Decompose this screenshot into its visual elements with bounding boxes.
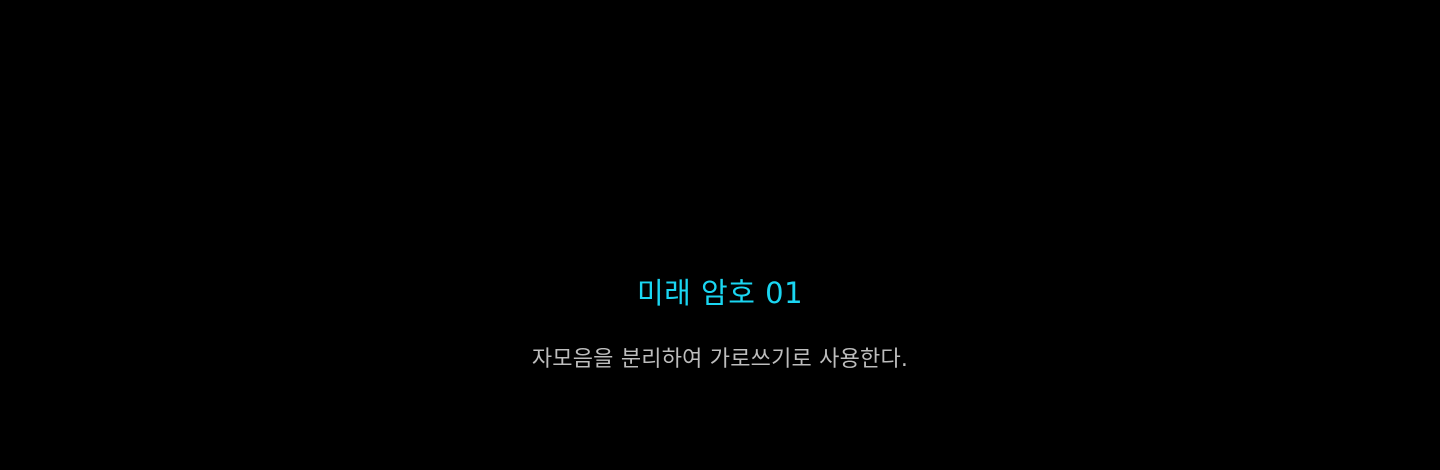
intro-section: 미래 암호 01 자모음을 분리하여 가로쓰기로 사용한다. bbox=[0, 0, 1440, 470]
section-title: 미래 암호 01 bbox=[636, 276, 804, 310]
section-description: 자모음을 분리하여 가로쓰기로 사용한다. bbox=[531, 347, 909, 372]
